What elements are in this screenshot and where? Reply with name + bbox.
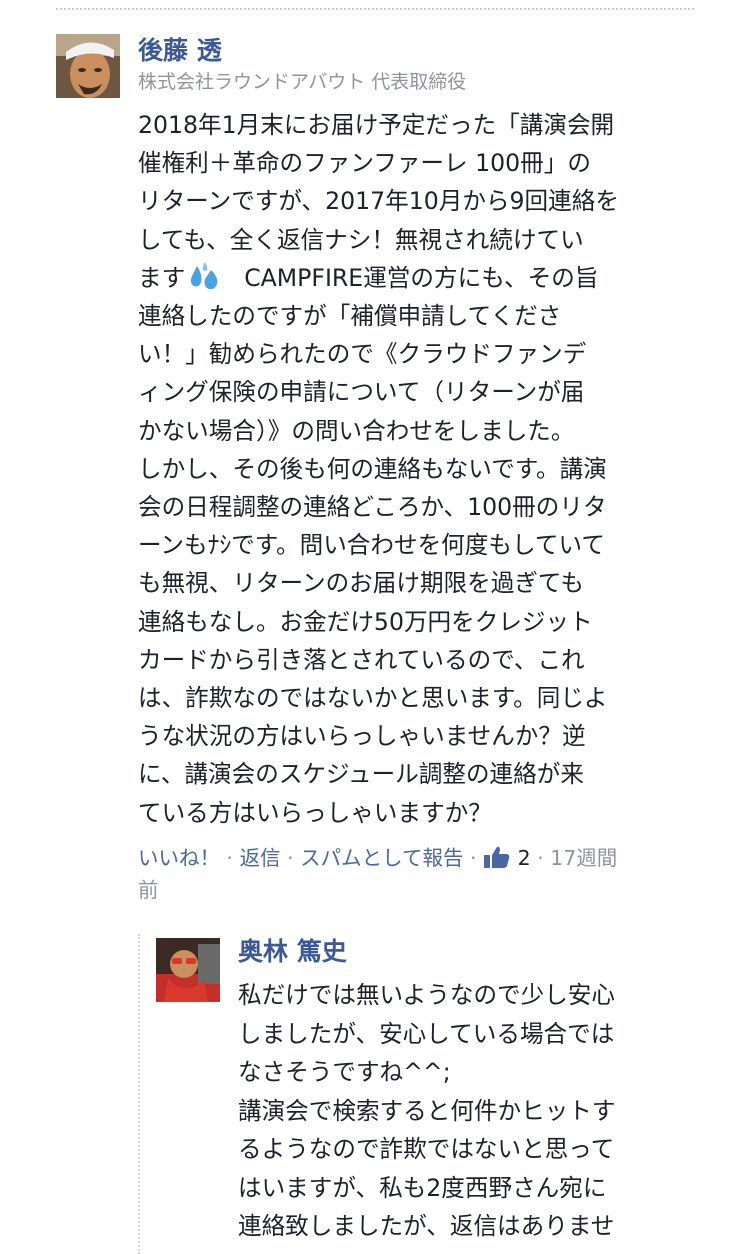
action-separator: ·: [220, 845, 240, 870]
commenter-avatar[interactable]: [56, 34, 120, 98]
comment-text-line: カードから引き落とされているので、これ: [138, 645, 585, 674]
avatar-photo-icon: [56, 34, 120, 98]
comment-text-line: い！」勧められたので《クラウドファンデ: [138, 340, 587, 369]
comment-text-line: も無視、リターンのお届け期限を過ぎても: [138, 569, 584, 598]
timestamp-suffix: 前: [138, 877, 159, 902]
comment-text-line: リターンですが、2017年10月から9回連絡を: [138, 187, 619, 216]
reply-text-line: なさそうですね^^;: [238, 1058, 451, 1086]
sweat-drops-icon: [189, 261, 225, 292]
top-divider: [56, 8, 694, 10]
comment-text-line: ます CAMPFIRE運営の方にも、その旨: [138, 259, 698, 297]
comment-text-line: ーンもﾅｼです。問い合わせを何度もしていて: [138, 531, 605, 560]
like-count: 2: [517, 845, 531, 870]
reply-text-line: 私だけでは無いようなので少し安心: [238, 981, 616, 1009]
comment-author-name[interactable]: 後藤 透: [138, 34, 698, 68]
comment-body: 後藤 透 株式会社ラウンドアバウト 代表取締役 2018年1月末にお届け予定だっ…: [138, 34, 698, 906]
comment-text-line: しても、全く返信ナシ！無視され続けてい: [138, 225, 584, 254]
reply-author-name[interactable]: 奥林 篤史: [238, 934, 698, 970]
thumbs-up-icon[interactable]: [483, 845, 511, 869]
reply-link[interactable]: 返信: [240, 846, 281, 870]
comment-text-line: 催権利＋革命のファンファーレ 100冊」の: [138, 149, 591, 178]
comment-text-line: しかし、その後も何の連絡もないです。講演: [138, 454, 607, 483]
reply-text-line: はいますが、私も2度西野さん宛に: [238, 1173, 607, 1202]
comment-actions: いいね！ · 返信 · スパムとして報告 · 2 · 17週間前: [138, 842, 698, 906]
like-link[interactable]: いいね！: [138, 846, 220, 870]
comment-text: 2018年1月末にお届け予定だった「講演会開 催権利＋革命のファンファーレ 10…: [138, 106, 698, 832]
comment-text-line: に、講演会のスケジュール調整の連絡が来: [138, 760, 584, 789]
reply-text-line: 連絡致しましたが、返信はありませ: [238, 1212, 615, 1240]
reply-text-line: 講演会で検索すると何件かヒットす: [238, 1096, 616, 1125]
action-separator: ·: [463, 845, 484, 870]
comment-text-line: 会の日程調整の連絡どころか、100冊のリタ: [138, 493, 607, 522]
action-separator: ·: [280, 845, 301, 870]
reply-text-line: しましたが、安心している場合では: [238, 1019, 615, 1048]
avatar-photo-icon: [156, 938, 220, 1002]
timestamp-link[interactable]: 17週間: [550, 846, 617, 870]
comment-text-line: 2018年1月末にお届け予定だった「講演会開: [138, 111, 615, 139]
comment-text-line: ている方はいらっしゃいますか？: [138, 798, 492, 827]
comment-text-fragment: CAMPFIRE運営の方にも、その旨: [244, 263, 599, 292]
comment-text-line: 連絡もなし。お金だけ50万円をクレジット: [138, 607, 593, 636]
comment-text-line: かない場合）》の問い合わせをしました。: [138, 416, 575, 445]
report-spam-link[interactable]: スパムとして報告: [300, 846, 463, 870]
comment-author-subtitle: 株式会社ラウンドアバウト 代表取締役: [138, 71, 467, 93]
comment-text-line: うな状況の方はいらっしゃいませんか？逆: [138, 722, 586, 751]
action-separator: ·: [530, 845, 551, 870]
comment-text-fragment: ます: [138, 263, 186, 292]
reply-thread: 奥林 篤史 私だけでは無いようなので少し安心 しましたが、安心している場合では …: [138, 934, 740, 1254]
reply-text: 私だけでは無いようなので少し安心 しましたが、安心している場合では なさそうです…: [238, 976, 698, 1246]
comment-text-line: 連絡したのですが「補償申請してくださ: [138, 302, 562, 331]
reply-body: 奥林 篤史 私だけでは無いようなので少し安心 しましたが、安心している場合では …: [238, 934, 698, 1246]
comment-text-line: ィング保険の申請について（リターンが届: [138, 378, 585, 407]
reply-avatar[interactable]: [156, 938, 220, 1002]
reply-text-line: るようなので詐欺ではないと思って: [238, 1135, 615, 1163]
comment-text-line: は、詐欺なのではないかと思います。同じよ: [138, 684, 608, 713]
